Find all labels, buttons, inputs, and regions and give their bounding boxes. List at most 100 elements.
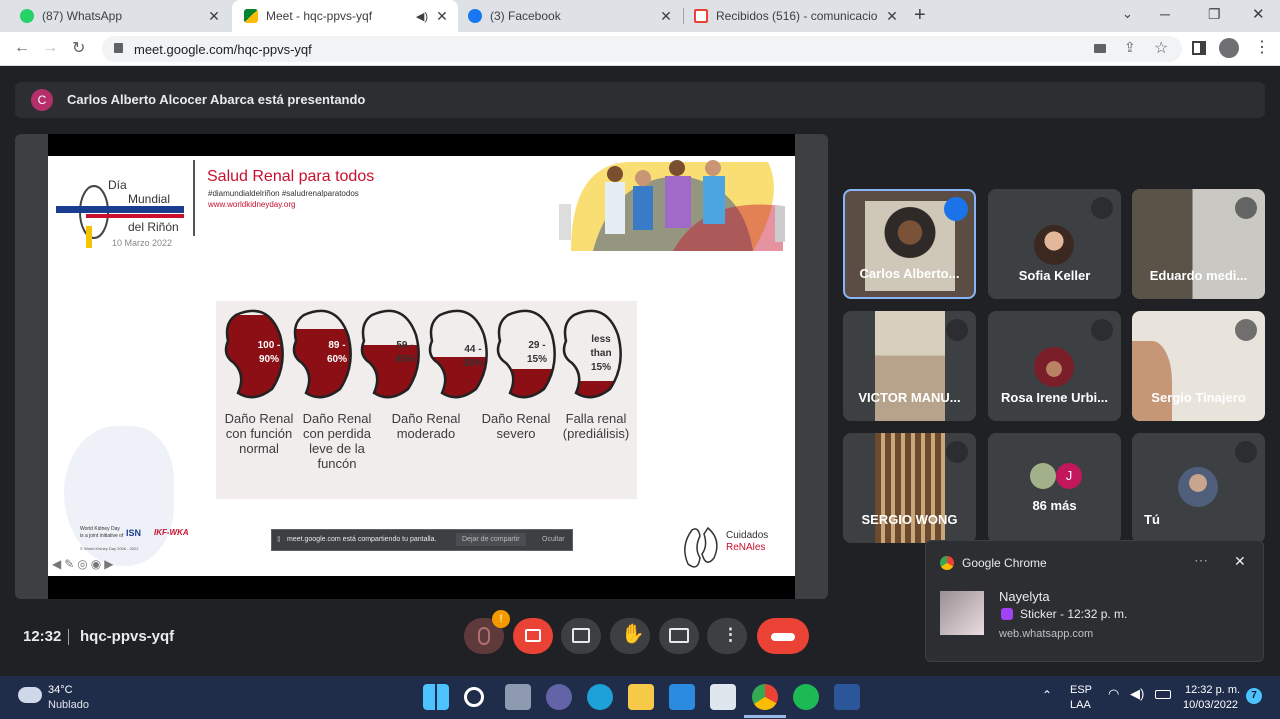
presentation-tile[interactable]: Día Mundial del Riñón 10 Marzo 2022 Salu… — [15, 134, 828, 599]
notification-thumbnail — [940, 591, 984, 635]
menu-icon[interactable]: ⋮ — [1254, 37, 1270, 57]
start-icon[interactable] — [423, 684, 449, 710]
battery-icon[interactable] — [1155, 690, 1171, 699]
notification-count-badge[interactable]: 7 — [1246, 688, 1262, 704]
camera-icon[interactable] — [1094, 44, 1106, 53]
tab-facebook[interactable]: (3) Facebook ✕ — [460, 0, 682, 32]
pen-icon[interactable]: ✎ — [64, 557, 77, 571]
mic-off-icon — [1091, 319, 1113, 341]
microphone-toggle-button[interactable]: ! — [464, 610, 510, 654]
participant-tile[interactable]: VICTOR MANU... — [843, 311, 976, 421]
cuidados-renales-graphic — [684, 526, 718, 568]
presenting-text: Carlos Alberto Alcocer Abarca está prese… — [67, 92, 366, 107]
participant-avatar — [1030, 463, 1056, 489]
lock-icon — [114, 43, 123, 53]
isn-logo: ISN — [126, 528, 141, 538]
next-slide-icon[interactable]: ▶ — [104, 557, 116, 571]
kidney-value-6: less than 15% — [590, 334, 612, 373]
raise-hand-button[interactable]: ✋ — [610, 618, 650, 654]
mic-off-icon — [946, 441, 968, 463]
close-tab-icon[interactable]: ✕ — [884, 8, 900, 25]
participant-name: Carlos Alberto... — [859, 266, 960, 281]
back-icon[interactable]: ← — [14, 39, 30, 57]
brand-line-2: ReNAles — [726, 542, 766, 553]
captions-icon — [572, 628, 590, 643]
share-notice: meet.google.com está compartiendo tu pan… — [287, 536, 437, 543]
zoom-icon[interactable]: ◎ — [77, 557, 90, 571]
wifi-icon[interactable]: ◠ — [1108, 686, 1119, 702]
language-line-1[interactable]: ESP — [1070, 684, 1092, 696]
bookmark-star-icon[interactable]: ☆ — [1154, 38, 1168, 58]
speaker-icon[interactable]: ◀) — [416, 10, 428, 23]
participant-tile[interactable]: Sofia Keller — [988, 189, 1121, 299]
volume-icon[interactable]: ◀) — [1130, 686, 1144, 702]
teams-icon[interactable] — [546, 684, 572, 710]
meet-icon — [244, 9, 258, 23]
side-panel-icon[interactable] — [1192, 41, 1206, 55]
participant-tile-self[interactable]: Tú — [1132, 433, 1265, 543]
participant-video — [1132, 341, 1172, 421]
close-tab-icon[interactable]: ✕ — [658, 8, 674, 25]
more-icon[interactable]: ◉ — [91, 557, 104, 571]
tab-title: (87) WhatsApp — [42, 9, 123, 23]
clock-date[interactable]: 10/03/2022 — [1183, 699, 1238, 711]
forward-icon[interactable]: → — [42, 39, 58, 57]
participant-tile-overflow[interactable]: J 86 más — [988, 433, 1121, 543]
search-icon[interactable] — [464, 687, 484, 707]
meet-body: C Carlos Alberto Alcocer Abarca está pre… — [0, 66, 1280, 676]
edge-icon[interactable] — [587, 684, 613, 710]
new-tab-button[interactable]: + — [914, 4, 926, 27]
leave-call-button[interactable] — [757, 618, 809, 654]
notification-close-icon[interactable]: ✕ — [1234, 553, 1246, 570]
participant-tile[interactable]: Rosa Irene Urbi... — [988, 311, 1121, 421]
reload-icon[interactable]: ↻ — [72, 38, 85, 58]
close-tab-icon[interactable]: ✕ — [206, 8, 222, 25]
present-now-button[interactable] — [659, 618, 699, 654]
chrome-notification[interactable]: Google Chrome ⋯ ✕ Nayelyta Sticker - 12:… — [925, 540, 1264, 662]
minimize-button[interactable]: ─ — [1160, 6, 1170, 22]
tab-whatsapp[interactable]: (87) WhatsApp ✕ — [8, 0, 230, 32]
kidney-caption-1: Daño Renal con función normal — [224, 411, 294, 456]
profile-avatar[interactable] — [1219, 38, 1239, 58]
prev-slide-icon[interactable]: ◀ — [52, 557, 64, 571]
clock-time[interactable]: 12:32 p. m. — [1185, 684, 1240, 696]
kidney-value-3: 59 - 45% — [394, 340, 415, 365]
more-options-button[interactable]: ⋮ — [707, 618, 747, 654]
participant-name: Tú — [1144, 512, 1160, 527]
participant-tile[interactable]: SERGIO WONG — [843, 433, 976, 543]
warning-badge-icon: ! — [492, 610, 510, 628]
language-line-2[interactable]: LAA — [1070, 699, 1091, 711]
store-icon[interactable] — [669, 684, 695, 710]
stop-sharing-button[interactable]: Dejar de compartir — [456, 533, 526, 546]
slide-website: www.worldkidneyday.org — [208, 200, 296, 209]
participant-tile[interactable]: Carlos Alberto... — [843, 189, 976, 299]
drag-handle-icon[interactable]: ‖ — [277, 535, 280, 544]
presenter-avatar: C — [31, 89, 53, 111]
task-view-icon[interactable] — [505, 684, 531, 710]
active-app-indicator — [744, 715, 786, 718]
captions-button[interactable] — [561, 618, 601, 654]
notification-more-icon[interactable]: ⋯ — [1194, 552, 1208, 569]
word-icon[interactable] — [834, 684, 860, 710]
spotify-icon[interactable] — [793, 684, 819, 710]
show-hidden-icons[interactable]: ⌃ — [1042, 688, 1052, 702]
participant-tile[interactable]: Eduardo medi... — [1132, 189, 1265, 299]
tab-gmail[interactable]: Recibidos (516) - comunicacionsc ✕ — [686, 0, 908, 32]
screen-share-bar: ‖ meet.google.com está compartiendo tu p… — [271, 529, 573, 551]
tab-meet[interactable]: Meet - hqc-ppvs-yqf ◀) ✕ — [232, 0, 458, 32]
address-bar[interactable]: meet.google.com/hqc-ppvs-yqf ⇪ ☆ — [102, 36, 1182, 62]
camera-toggle-button[interactable] — [513, 618, 553, 654]
tab-separator — [683, 8, 684, 24]
participant-tile[interactable]: Sergio Tinajero — [1132, 311, 1265, 421]
windows-taskbar: 34°C Nublado ⌃ ESP LAA ◠ ◀) 12:32 p. m. … — [0, 676, 1280, 719]
chrome-taskbar-icon[interactable] — [752, 684, 778, 710]
close-tab-icon[interactable]: ✕ — [434, 8, 450, 25]
tab-search-icon[interactable]: ⌄ — [1122, 6, 1133, 22]
file-explorer-icon[interactable] — [628, 684, 654, 710]
share-icon[interactable]: ⇪ — [1124, 39, 1136, 56]
notepad-icon[interactable] — [710, 684, 736, 710]
kidney-caption-3: Daño Renal moderado — [391, 411, 461, 441]
close-window-button[interactable]: ✕ — [1252, 5, 1265, 23]
restore-button[interactable]: ❐ — [1208, 6, 1221, 23]
hide-share-bar-button[interactable]: Ocultar — [542, 536, 565, 543]
